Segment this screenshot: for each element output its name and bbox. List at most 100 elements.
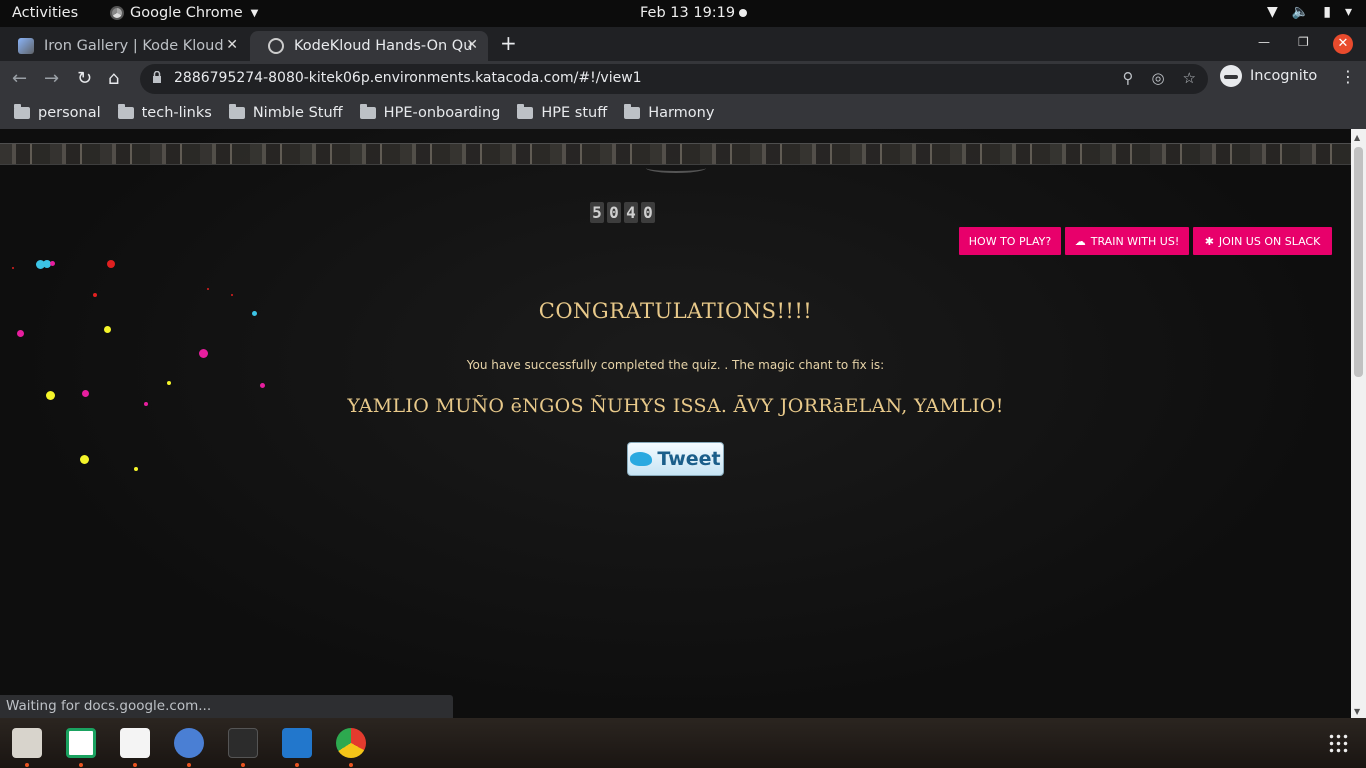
confetti-dot [12, 267, 14, 269]
confetti-dot [93, 293, 97, 297]
minimize-icon[interactable]: — [1258, 35, 1270, 49]
running-indicator [349, 763, 353, 767]
incognito-indicator[interactable]: Incognito [1220, 65, 1317, 87]
confetti-dot [199, 349, 208, 358]
join-slack-button[interactable]: ✱ JOIN US ON SLACK [1193, 227, 1332, 255]
system-top-bar: Activities Google Chrome ▼ Feb 13 19:19 … [0, 0, 1366, 27]
bookmark-folder[interactable]: HPE-onboarding [359, 96, 500, 129]
bookmark-star-icon[interactable]: ☆ [1183, 69, 1196, 87]
chromium-icon[interactable] [174, 728, 204, 758]
notification-dot-icon [739, 9, 747, 17]
tab-title: Iron Gallery | Kode Kloud [44, 38, 224, 54]
web-page: 5 0 4 0 HOW TO PLAY? ☁ TRAIN WITH US! ✱ … [0, 129, 1351, 718]
activities-button[interactable]: Activities [12, 5, 78, 21]
running-indicator [133, 763, 137, 767]
running-indicator [241, 763, 245, 767]
dock [0, 718, 1366, 768]
train-label: TRAIN WITH US! [1090, 234, 1180, 248]
forward-arrow-icon[interactable]: → [44, 68, 59, 89]
counter-digit: 4 [624, 202, 638, 223]
folder-icon [359, 103, 376, 119]
scroll-up-icon[interactable]: ▲ [1354, 133, 1360, 142]
tweet-label: Tweet [657, 448, 721, 470]
confetti-dot [80, 455, 89, 464]
chrome-icon [110, 6, 124, 20]
restore-icon[interactable]: ❐ [1298, 35, 1309, 49]
counter-digit: 5 [590, 202, 604, 223]
scroll-down-icon[interactable]: ▼ [1354, 707, 1360, 716]
app-name: Google Chrome [130, 5, 243, 21]
how-to-play-button[interactable]: HOW TO PLAY? [959, 227, 1061, 255]
folder-icon [117, 103, 134, 119]
slack-icon: ✱ [1204, 234, 1214, 248]
page-scrollbar[interactable]: ▲ ▼ [1351, 129, 1366, 718]
bookmark-label: personal [38, 104, 101, 121]
url-text: 2886795274-8080-kitek06p.environments.ka… [174, 70, 642, 86]
score-counter: 5 0 4 0 [590, 202, 655, 223]
home-icon[interactable]: ⌂ [108, 68, 119, 89]
bookmarks-bar: personal tech-links Nimble Stuff HPE-onb… [0, 96, 1366, 129]
terminal-icon[interactable] [228, 728, 258, 758]
tab-kodekloud-quiz[interactable]: KodeKloud Hands-On Qui ✕ [250, 31, 488, 61]
system-tray[interactable]: ▼ 🔈 ▮ ▾ [1267, 4, 1352, 20]
caret-down-icon: ▼ [250, 7, 259, 19]
counter-digit: 0 [607, 202, 621, 223]
tab-title: KodeKloud Hands-On Qui [294, 38, 472, 54]
scroll-thumb[interactable] [1354, 147, 1363, 377]
bookmark-folder[interactable]: Nimble Stuff [228, 96, 343, 129]
status-bubble: Waiting for docs.google.com... [0, 695, 453, 718]
bookmark-folder[interactable]: tech-links [117, 96, 212, 129]
show-applications-icon[interactable] [1328, 733, 1348, 753]
confetti-dot [46, 391, 55, 400]
confetti-dot [260, 383, 265, 388]
bookmark-folder[interactable]: Harmony [624, 96, 714, 129]
power-menu-icon: ▾ [1344, 4, 1352, 20]
app-menu[interactable]: Google Chrome ▼ [110, 5, 258, 21]
reload-icon[interactable]: ↻ [77, 68, 92, 89]
wifi-icon: ▼ [1267, 4, 1278, 20]
close-tab-icon[interactable]: ✕ [226, 37, 238, 53]
confetti-dot [231, 294, 233, 296]
new-tab-button[interactable]: + [500, 31, 517, 55]
back-arrow-icon[interactable]: ← [12, 68, 27, 89]
confetti-dot [207, 288, 209, 290]
slack-label: JOIN US ON SLACK [1218, 234, 1321, 248]
folder-icon [228, 103, 245, 119]
tab-iron-gallery[interactable]: Iron Gallery | Kode Kloud ✕ [0, 31, 248, 61]
confetti-dot [107, 260, 115, 268]
bookmark-label: Harmony [648, 104, 715, 121]
tab-strip: Iron Gallery | Kode Kloud ✕ KodeKloud Ha… [0, 27, 1366, 61]
clock[interactable]: Feb 13 19:19 [640, 5, 735, 21]
confetti-dot [104, 326, 111, 333]
running-indicator [25, 763, 29, 767]
completion-message: You have successfully completed the quiz… [466, 358, 885, 372]
kebab-menu-icon[interactable]: ⋮ [1340, 67, 1356, 86]
close-tab-icon[interactable]: ✕ [466, 37, 478, 53]
globe-icon [268, 38, 284, 54]
text-editor-icon[interactable] [120, 728, 150, 758]
close-window-button[interactable]: ✕ [1333, 34, 1353, 54]
train-with-us-button[interactable]: ☁ TRAIN WITH US! [1065, 227, 1189, 255]
folder-icon [517, 103, 534, 119]
tweet-button[interactable]: Tweet [627, 442, 724, 476]
vscode-icon[interactable] [282, 728, 312, 758]
confetti-dot [134, 467, 138, 471]
how-to-play-label: HOW TO PLAY? [968, 234, 1052, 248]
eye-off-icon[interactable]: ◎ [1151, 69, 1164, 87]
bookmark-label: Nimble Stuff [252, 104, 343, 121]
chrome-icon[interactable] [336, 728, 366, 758]
files-app-icon[interactable] [12, 728, 42, 758]
zoom-icon[interactable]: ⚲ [1122, 69, 1133, 87]
folder-icon [14, 103, 30, 119]
folder-icon [624, 103, 641, 119]
magic-chant: YAMLIO MUÑO ēNGOS ÑUHYS ISSA. ĀVY JORRāE… [347, 395, 1004, 417]
battery-icon: ▮ [1323, 4, 1331, 20]
bookmark-folder[interactable]: personal [14, 96, 101, 129]
decorative-frieze-point [646, 163, 706, 173]
confetti-dot [17, 330, 24, 337]
bookmark-folder[interactable]: HPE stuff [517, 96, 607, 129]
address-bar[interactable]: 2886795274-8080-kitek06p.environments.ka… [140, 64, 1208, 94]
slack-app-icon[interactable] [66, 728, 96, 758]
lock-icon [153, 71, 161, 83]
confetti-dot [50, 261, 55, 266]
